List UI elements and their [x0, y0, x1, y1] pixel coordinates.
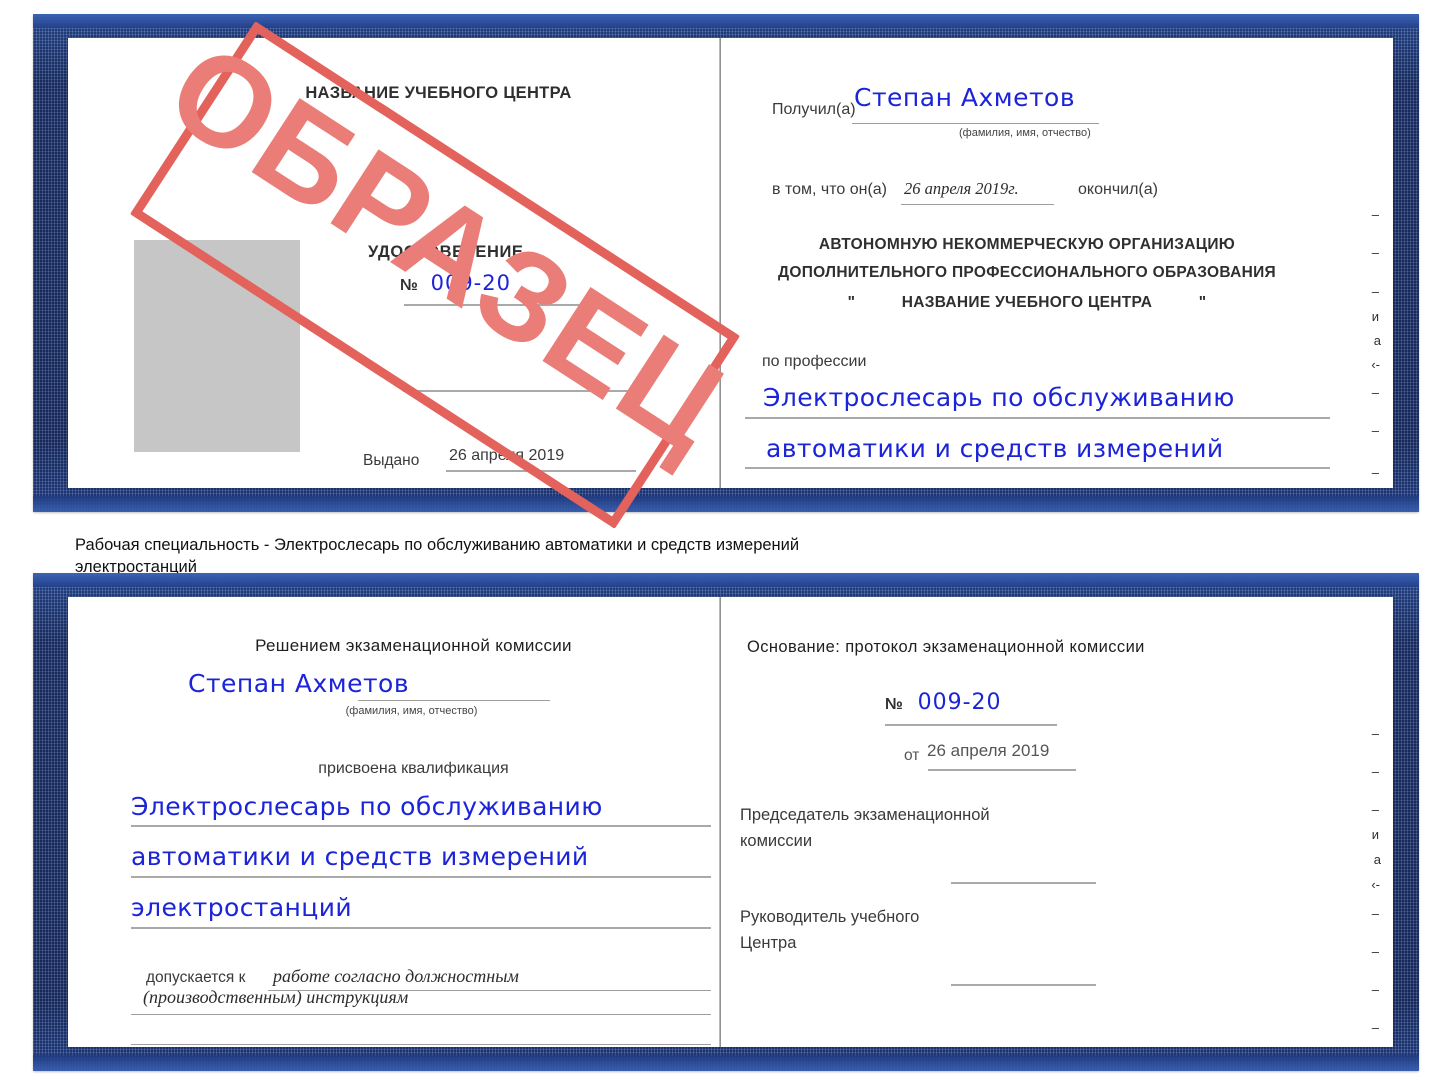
profession-rule-2	[745, 467, 1330, 469]
edge-mark: –	[1371, 207, 1379, 222]
profession-label: по профессии	[762, 353, 867, 370]
edge-mark: –	[1371, 1020, 1379, 1035]
page-left-bottom: Решением экзаменационной комиссии Степан…	[68, 597, 719, 1047]
qualification-line-3: электростанций	[131, 893, 352, 922]
edge-mark: –	[1371, 982, 1379, 997]
finish-date: 26 апреля 2019г.	[904, 179, 1019, 198]
edge-mark: –	[1371, 764, 1379, 779]
admitted-rule-2	[131, 1014, 711, 1015]
protocol-number-rule	[885, 724, 1057, 726]
edge-mark: –	[1371, 423, 1379, 438]
page-right-bottom: Основание: протокол экзаменационной коми…	[721, 597, 1393, 1047]
qualification-line-1: Электрослесарь по обслуживанию	[131, 792, 603, 821]
edge-mark: –	[1371, 906, 1379, 921]
number-rule	[404, 304, 603, 306]
admitted-value-line-1: работе согласно должностным	[273, 966, 519, 986]
chairman-signature-rule	[951, 882, 1096, 884]
basis-label: Основание: протокол экзаменационной коми…	[747, 638, 1145, 656]
issued-label: Выдано	[363, 452, 420, 469]
caption-block: Рабочая специальность - Электрослесарь п…	[75, 534, 1135, 579]
graduated-label: окончил(а)	[1078, 181, 1158, 198]
name-rule	[358, 700, 550, 701]
edge-mark: –	[1371, 385, 1379, 400]
from-label: от	[904, 747, 920, 764]
fio-hint: (фамилия, имя, отчество)	[959, 127, 1091, 139]
qualification-line-2: автоматики и средств измерений	[131, 842, 589, 871]
page-left-top: НАЗВАНИЕ УЧЕБНОГО ЦЕНТРА УДОСТОВЕРЕНИЕ №…	[68, 38, 719, 488]
edge-mark: –	[1371, 726, 1379, 741]
chairman-line-2: комиссии	[740, 832, 813, 850]
edge-mark: –	[1371, 245, 1379, 260]
qualification-rule-2	[131, 876, 711, 878]
head-line-2: Центра	[740, 934, 797, 952]
from-rule	[928, 769, 1076, 771]
number-symbol: №	[885, 696, 904, 713]
org-line-2: ДОПОЛНИТЕЛЬНОГО ПРОФЕССИОНАЛЬНОГО ОБРАЗО…	[778, 264, 1276, 281]
document-title: УДОСТОВЕРЕНИЕ	[368, 243, 524, 261]
from-value: 26 апреля 2019	[927, 741, 1050, 760]
protocol-number-row: № 009-20	[885, 690, 1002, 715]
certificate-bottom: Решением экзаменационной комиссии Степан…	[33, 573, 1419, 1071]
qualification-rule-1	[131, 825, 711, 827]
caption-line-1: Рабочая специальность - Электрослесарь п…	[75, 536, 800, 554]
chairman-line-1: Председатель экзаменационной	[740, 806, 990, 824]
received-rule	[852, 123, 1099, 124]
fio-hint: (фамилия, имя, отчество)	[345, 705, 478, 717]
edge-mark: а	[1373, 333, 1381, 348]
number-value: 009-20	[430, 271, 511, 295]
org-quote-open: "	[847, 294, 856, 311]
org-line-3: НАЗВАНИЕ УЧЕБНОГО ЦЕНТРА	[901, 294, 1153, 311]
admitted-rule-3	[131, 1044, 711, 1045]
org-line-3-row: " НАЗВАНИЕ УЧЕБНОГО ЦЕНТРА "	[721, 294, 1333, 312]
qualification-label: присвоена квалификация	[318, 760, 509, 777]
edge-mark: –	[1371, 284, 1379, 299]
org-quote-close: "	[1198, 294, 1207, 311]
edge-mark: ‹-	[1371, 357, 1380, 372]
commission-decision-title: Решением экзаменационной комиссии	[255, 636, 572, 655]
number-row: № 009-20	[400, 271, 511, 295]
edge-mark: –	[1371, 802, 1379, 817]
edge-mark: и	[1371, 827, 1379, 842]
edge-mark: а	[1373, 852, 1381, 867]
certificate-top: НАЗВАНИЕ УЧЕБНОГО ЦЕНТРА УДОСТОВЕРЕНИЕ №…	[33, 14, 1419, 512]
issued-rule	[446, 470, 636, 472]
training-center-title: НАЗВАНИЕ УЧЕБНОГО ЦЕНТРА	[305, 84, 572, 102]
admitted-value-line-2: (производственным) инструкциям	[143, 987, 409, 1007]
photo-placeholder	[134, 240, 300, 452]
number-value: 009-20	[917, 690, 1002, 715]
issued-value: 26 апреля 2019	[449, 447, 565, 464]
received-label: Получил(а)	[772, 101, 856, 118]
in-that-label: в том, что он(а)	[772, 181, 887, 198]
org-line-1: АВТОНОМНУЮ НЕКОММЕРЧЕСКУЮ ОРГАНИЗАЦИЮ	[818, 236, 1236, 253]
head-signature-rule	[951, 984, 1096, 986]
page-right-top: Получил(а) Степан Ахметов (фамилия, имя,…	[721, 38, 1393, 488]
edge-mark: и	[1371, 309, 1379, 324]
head-line-1: Руководитель учебного	[740, 908, 920, 926]
profession-rule-1	[745, 417, 1330, 419]
finish-date-rule	[901, 204, 1054, 205]
blank-rule-mid	[403, 390, 635, 392]
edge-mark: –	[1371, 465, 1379, 480]
certificate-pages: Решением экзаменационной комиссии Степан…	[68, 597, 1393, 1047]
edge-mark: ‹-	[1371, 877, 1380, 892]
certificate-pages: НАЗВАНИЕ УЧЕБНОГО ЦЕНТРА УДОСТОВЕРЕНИЕ №…	[68, 38, 1393, 488]
received-value: Степан Ахметов	[854, 83, 1076, 112]
admitted-label: допускается к	[146, 969, 246, 986]
profession-line-2: автоматики и средств измерений	[766, 434, 1224, 463]
edge-mark: –	[1371, 944, 1379, 959]
number-symbol: №	[400, 277, 419, 294]
student-name: Степан Ахметов	[188, 669, 410, 698]
qualification-rule-3	[131, 927, 711, 929]
profession-line-1: Электрослесарь по обслуживанию	[763, 383, 1235, 412]
